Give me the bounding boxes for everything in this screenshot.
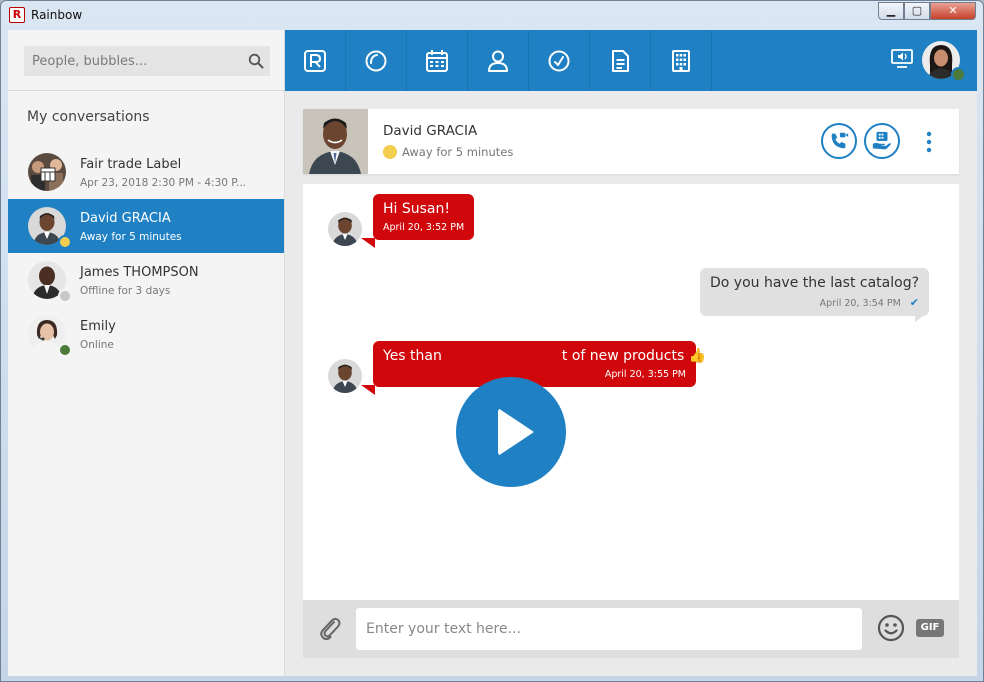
conversation-name: Emily	[80, 319, 116, 334]
conversation-subtitle: Online	[80, 339, 114, 351]
presence-online-indicator	[58, 343, 72, 357]
window-controls: ▁ ▢ ✕	[878, 2, 976, 20]
close-button[interactable]: ✕	[930, 2, 976, 20]
bubble-tail	[915, 312, 929, 322]
conversation-item-james-thompson[interactable]: James THOMPSON Offline for 3 days	[8, 253, 284, 307]
meeting-avatar	[28, 153, 66, 191]
rainbow-app-icon: R	[9, 7, 25, 23]
gif-button[interactable]: GIF	[916, 619, 944, 637]
minimize-button[interactable]: ▁	[878, 2, 904, 20]
conversation-subtitle: Away for 5 minutes	[80, 231, 182, 243]
play-icon	[498, 408, 534, 456]
client-area: My conversations	[8, 30, 977, 676]
title-bar[interactable]: R Rainbow ▁ ▢ ✕	[1, 1, 983, 30]
paperclip-icon[interactable]	[317, 616, 343, 642]
screen-share-icon[interactable]	[891, 49, 913, 69]
presence-away-indicator	[383, 145, 397, 159]
bubble-tail	[361, 238, 375, 248]
conversation-subtitle: Apr 23, 2018 2:30 PM - 4:30 P...	[80, 177, 246, 189]
emoji-icon[interactable]	[877, 614, 905, 642]
message-input[interactable]	[356, 608, 862, 650]
conversation-subtitle: Offline for 3 days	[80, 285, 171, 297]
conversation-item-fair-trade-label[interactable]: Fair trade Label Apr 23, 2018 2:30 PM - …	[8, 145, 284, 199]
nav-files[interactable]	[590, 30, 651, 91]
contact-name: David GRACIA	[383, 123, 478, 139]
message-text: Do you have the last catalog?	[710, 275, 920, 291]
phone-video-icon	[831, 132, 849, 149]
contacts-person-icon	[488, 50, 508, 72]
nav-calendar[interactable]	[407, 30, 468, 91]
contact-header: David GRACIA Away for 5 minutes	[303, 109, 959, 174]
message-bubble-incoming[interactable]: Yes than t of new products 👍 April 20, 3:…	[373, 341, 707, 387]
nav-rainbow-home[interactable]	[285, 30, 346, 91]
conversation-name: David GRACIA	[80, 211, 171, 226]
nav-history[interactable]	[529, 30, 590, 91]
message-text: Hi Susan!	[383, 201, 450, 217]
rainbow-logo-icon	[304, 49, 326, 72]
sidebar: My conversations	[8, 30, 285, 676]
conversation-item-david-gracia[interactable]: David GRACIA Away for 5 minutes	[8, 199, 284, 253]
user-presence-online-indicator	[951, 67, 966, 82]
window-title: Rainbow	[31, 8, 83, 22]
conversations-heading: My conversations	[27, 109, 150, 125]
contact-status: Away for 5 minutes	[402, 145, 514, 159]
video-call-button[interactable]	[821, 123, 857, 159]
message-list[interactable]: Hi Susan! April 20, 3:52 PM Do you have …	[303, 184, 959, 600]
sender-avatar	[328, 359, 362, 393]
clock-icon	[548, 50, 570, 71]
nav-companies[interactable]	[651, 30, 712, 91]
message-time: April 20, 3:55 PM	[604, 369, 686, 380]
hand-share-icon	[872, 131, 891, 150]
more-options-icon[interactable]	[919, 129, 939, 155]
building-icon	[672, 49, 690, 72]
bubble-tail	[361, 385, 375, 395]
conversation-name: James THOMPSON	[80, 265, 199, 280]
nav-recent[interactable]	[346, 30, 407, 91]
recent-circle-icon	[365, 50, 387, 71]
calendar-icon	[426, 49, 448, 72]
maximize-button[interactable]: ▢	[904, 2, 930, 20]
conversation-name: Fair trade Label	[80, 157, 182, 172]
document-icon	[612, 49, 629, 72]
presence-away-indicator	[58, 235, 72, 249]
message-bubble-incoming[interactable]: Hi Susan! April 20, 3:52 PM	[373, 194, 475, 240]
sender-avatar	[328, 212, 362, 246]
conversation-item-emily[interactable]: Emily Online	[8, 307, 284, 361]
search-input[interactable]	[24, 46, 270, 76]
message-text: Yes than t of new products 👍	[383, 348, 707, 364]
share-screen-button[interactable]	[864, 123, 900, 159]
message-time: April 20, 3:52 PM	[383, 222, 465, 233]
read-receipt-icon: ✔	[909, 296, 920, 309]
message-bubble-outgoing[interactable]: Do you have the last catalog? April 20, …	[700, 268, 930, 316]
contact-photo[interactable]	[303, 109, 368, 174]
video-play-button[interactable]	[456, 377, 566, 487]
app-window: R Rainbow ▁ ▢ ✕ My conversations	[0, 0, 984, 682]
conversation-area: David GRACIA Away for 5 minutes Hi Susan…	[285, 91, 977, 676]
nav-contacts[interactable]	[468, 30, 529, 91]
search-bar	[8, 30, 285, 91]
search-icon[interactable]	[248, 53, 264, 69]
conversation-list: Fair trade Label Apr 23, 2018 2:30 PM - …	[8, 145, 284, 361]
thumbs-up-icon: 👍	[688, 348, 707, 364]
presence-offline-indicator	[58, 289, 72, 303]
message-time: April 20, 3:54 PM ✔	[819, 296, 920, 309]
message-composer: GIF	[303, 600, 959, 658]
top-navbar	[285, 30, 977, 91]
